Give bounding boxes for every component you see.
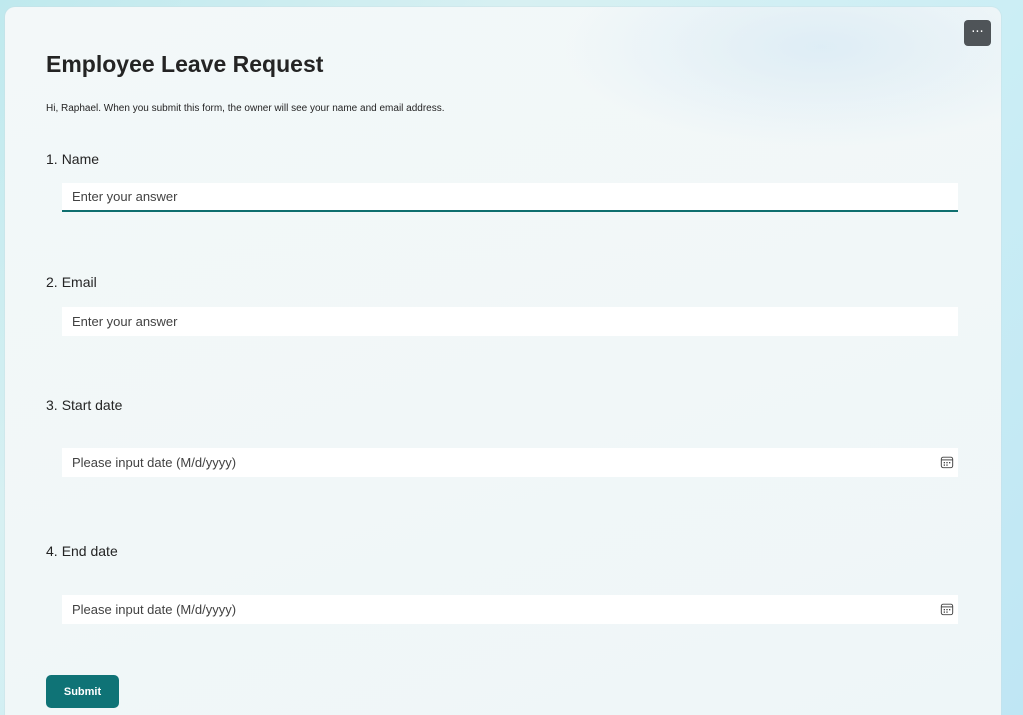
email-field-wrapper [62,307,958,336]
question-number: 2. [46,274,58,290]
more-options-button[interactable]: ··· [964,20,991,46]
end-date-input[interactable] [62,595,958,624]
form-card: ··· Employee Leave Request Hi, Raphael. … [5,7,1001,715]
question-text: Email [61,274,97,290]
question-end-date-label: 4. End date [46,543,118,559]
start-date-input[interactable] [62,448,958,477]
question-email-label: 2. Email [46,274,97,290]
name-input[interactable] [62,183,958,210]
question-number: 4. [46,543,58,559]
name-field-wrapper [62,183,958,212]
calendar-icon[interactable] [940,455,954,469]
calendar-icon[interactable] [940,602,954,616]
question-start-date-label: 3. Start date [46,397,122,413]
end-date-field-wrapper [62,595,958,624]
question-name-label: 1. Name [46,151,99,167]
email-input[interactable] [62,307,958,336]
question-text: Start date [61,397,123,413]
question-text: Name [61,151,100,167]
privacy-notice: Hi, Raphael. When you submit this form, … [46,103,445,114]
question-number: 3. [46,397,58,413]
question-number: 1. [46,151,58,167]
start-date-field-wrapper [62,448,958,477]
question-text: End date [61,543,118,559]
form-title: Employee Leave Request [46,51,324,77]
submit-button[interactable]: Submit [46,675,119,708]
